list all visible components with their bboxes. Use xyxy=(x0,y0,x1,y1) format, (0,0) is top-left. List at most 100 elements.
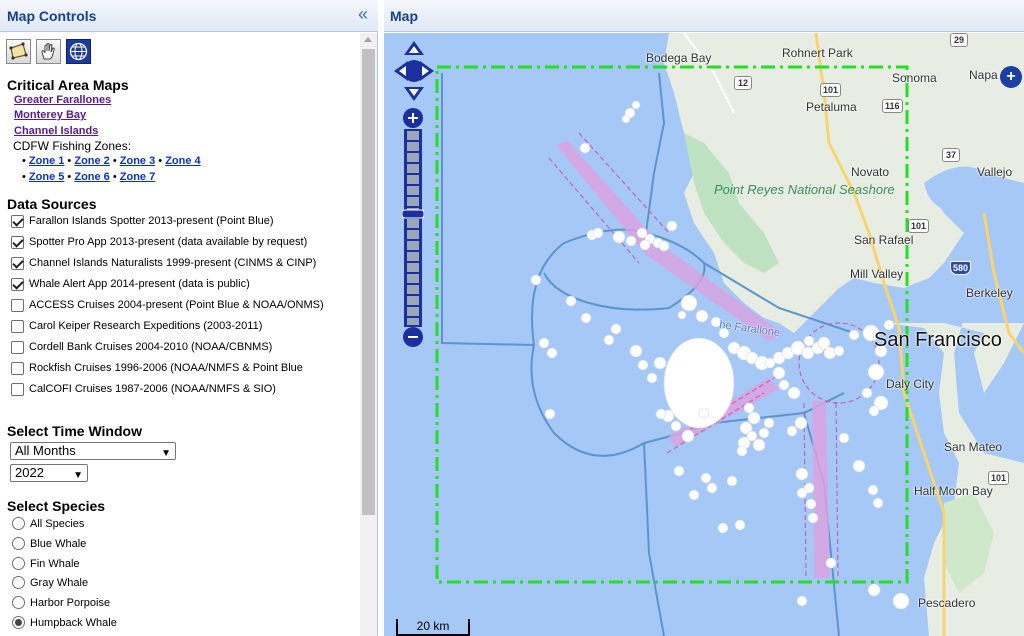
highway-shield-101-peninsula: 101 xyxy=(988,471,1010,485)
species-label: Blue Whale xyxy=(30,537,87,550)
label-napa: Napa xyxy=(969,68,998,82)
label-half-moon-bay: Half Moon Bay xyxy=(914,484,993,498)
map-controls-panel: Map Controls « Critical Area Maps Greate… xyxy=(0,0,378,636)
month-select-value: All Months xyxy=(15,443,76,458)
zones-row-2: • Zone 5 • Zone 6 • Zone 7 xyxy=(22,171,156,183)
species-radio[interactable] xyxy=(12,576,25,590)
data-source-label: Channel Islands Naturalists 1999-present… xyxy=(29,257,317,269)
label-berkeley: Berkeley xyxy=(966,286,1013,300)
label-san-rafael: San Rafael xyxy=(854,233,914,247)
link-zone-3[interactable]: Zone 3 xyxy=(120,155,155,167)
highway-shield-37: 37 xyxy=(942,148,960,162)
cdfw-label: CDFW Fishing Zones: xyxy=(13,139,132,153)
link-zone-5[interactable]: Zone 5 xyxy=(29,171,64,183)
pan-hand-icon[interactable] xyxy=(36,39,61,64)
link-zone-7[interactable]: Zone 7 xyxy=(120,171,155,183)
label-san-mateo: San Mateo xyxy=(944,440,1003,454)
label-novato: Novato xyxy=(851,165,890,179)
species-label: All Species xyxy=(30,518,85,530)
link-zone-1[interactable]: Zone 1 xyxy=(29,155,64,167)
pan-control[interactable] xyxy=(394,41,434,101)
species-radio[interactable] xyxy=(12,596,25,610)
map-canvas[interactable]: Bodega Bay Rohnert Park Sonoma Napa Peta… xyxy=(384,33,1024,636)
data-source-checkbox[interactable] xyxy=(11,341,24,354)
data-source-label: Rockfish Cruises 1996-2006 (NOAA/NMFS & … xyxy=(29,362,303,374)
scroll-thumb[interactable] xyxy=(362,49,375,515)
highway-shield-101-marin: 101 xyxy=(908,219,930,233)
year-select[interactable]: 2022 ▼ xyxy=(10,464,88,482)
label-pescadero: Pescadero xyxy=(918,596,976,610)
data-source-checkbox[interactable] xyxy=(11,236,24,249)
chevron-down-icon: ▼ xyxy=(73,470,83,481)
label-mill-valley: Mill Valley xyxy=(850,267,904,281)
label-rohnert-park: Rohnert Park xyxy=(782,46,853,60)
sanctuary-boundary-west xyxy=(530,344,645,457)
critical-area-heading: Critical Area Maps xyxy=(7,77,129,93)
data-source-checkbox[interactable] xyxy=(11,320,24,333)
double-chevron-left-icon[interactable]: « xyxy=(358,5,368,23)
species-radio[interactable] xyxy=(12,616,25,629)
label-san-francisco: San Francisco xyxy=(874,329,1002,351)
data-source-label: Farallon Islands Spotter 2013-present (P… xyxy=(29,215,274,227)
zoom-slider-handle xyxy=(402,209,424,219)
species-radio[interactable] xyxy=(12,517,25,530)
link-channel-islands[interactable]: Channel Islands xyxy=(14,125,98,137)
data-source-checkbox[interactable] xyxy=(11,383,24,396)
zoom-slider[interactable] xyxy=(402,107,424,351)
highway-shield-101: 101 xyxy=(820,83,842,97)
data-source-checkbox[interactable] xyxy=(11,257,24,270)
species-radio[interactable] xyxy=(12,536,25,550)
data-source-label: Carol Keiper Research Expeditions (2003-… xyxy=(29,320,263,332)
data-source-label: ACCESS Cruises 2004-present (Point Blue … xyxy=(29,299,324,311)
species-label: Gray Whale xyxy=(30,577,89,590)
data-source-label: Spotter Pro App 2013-present (data avail… xyxy=(29,236,308,248)
highway-shield-580: 580 xyxy=(950,261,972,275)
label-daly-city: Daly City xyxy=(886,377,935,391)
label-petaluma: Petaluma xyxy=(806,100,857,114)
globe-icon[interactable] xyxy=(66,39,91,64)
chevron-down-icon: ▼ xyxy=(161,448,171,459)
panel-scrollbar[interactable] xyxy=(360,33,377,636)
month-select[interactable]: All Months ▼ xyxy=(10,442,176,460)
label-vallejo: Vallejo xyxy=(977,165,1013,179)
species-radio[interactable] xyxy=(12,556,25,570)
data-source-label: Cordell Bank Cruises 2004-2010 (NOAA/CBN… xyxy=(29,341,273,353)
label-bodega-bay: Bodega Bay xyxy=(646,51,712,65)
data-source-checkbox[interactable] xyxy=(11,278,24,291)
species-heading: Select Species xyxy=(7,498,106,514)
data-source-label: Whale Alert App 2014-present (data is pu… xyxy=(29,278,250,290)
link-zone-2[interactable]: Zone 2 xyxy=(74,155,109,167)
year-select-value: 2022 xyxy=(15,465,44,480)
data-source-checkbox[interactable] xyxy=(11,299,24,312)
map-panel: Map Bodega Bay Rohnert Park Sonoma Napa … xyxy=(384,0,1024,636)
link-zone-6[interactable]: Zone 6 xyxy=(74,171,109,183)
species-label: Humpback Whale xyxy=(30,617,117,629)
select-box-icon[interactable] xyxy=(6,39,31,64)
data-source-checkbox[interactable] xyxy=(11,362,24,375)
scale-label: 20 km xyxy=(416,619,450,633)
highway-shield-116: 116 xyxy=(882,99,903,113)
scroll-up-arrow-icon[interactable] xyxy=(364,37,372,42)
label-sonoma: Sonoma xyxy=(892,71,937,85)
panel-header: Map Controls « xyxy=(0,0,378,32)
shipping-lane-south xyxy=(812,401,830,578)
link-zone-4[interactable]: Zone 4 xyxy=(165,155,200,167)
data-source-checkbox[interactable] xyxy=(11,215,24,228)
map-header: Map xyxy=(384,0,1024,32)
species-label: Harbor Porpoise xyxy=(30,597,111,610)
highway-shield-29: 29 xyxy=(950,33,968,47)
data-source-label: CalCOFI Cruises 1987-2006 (NOAA/NMFS & S… xyxy=(29,383,276,395)
time-window-heading: Select Time Window xyxy=(7,423,142,439)
link-monterey-bay[interactable]: Monterey Bay xyxy=(14,109,86,121)
data-sources-heading: Data Sources xyxy=(7,196,97,212)
panel-content: Critical Area Maps Greater Farallones Mo… xyxy=(0,33,362,636)
plus-icon[interactable]: + xyxy=(1000,66,1022,88)
panel-title: Map Controls xyxy=(7,8,97,24)
zones-row-1: • Zone 1 • Zone 2 • Zone 3 • Zone 4 xyxy=(22,155,201,167)
map-title: Map xyxy=(390,8,418,24)
highway-shield-12: 12 xyxy=(734,76,752,90)
label-point-reyes: Point Reyes National Seashore xyxy=(714,183,895,197)
link-greater-farallones[interactable]: Greater Farallones xyxy=(14,94,111,106)
species-label: Fin Whale xyxy=(30,557,80,570)
scale-bar: 20 km xyxy=(396,619,470,636)
